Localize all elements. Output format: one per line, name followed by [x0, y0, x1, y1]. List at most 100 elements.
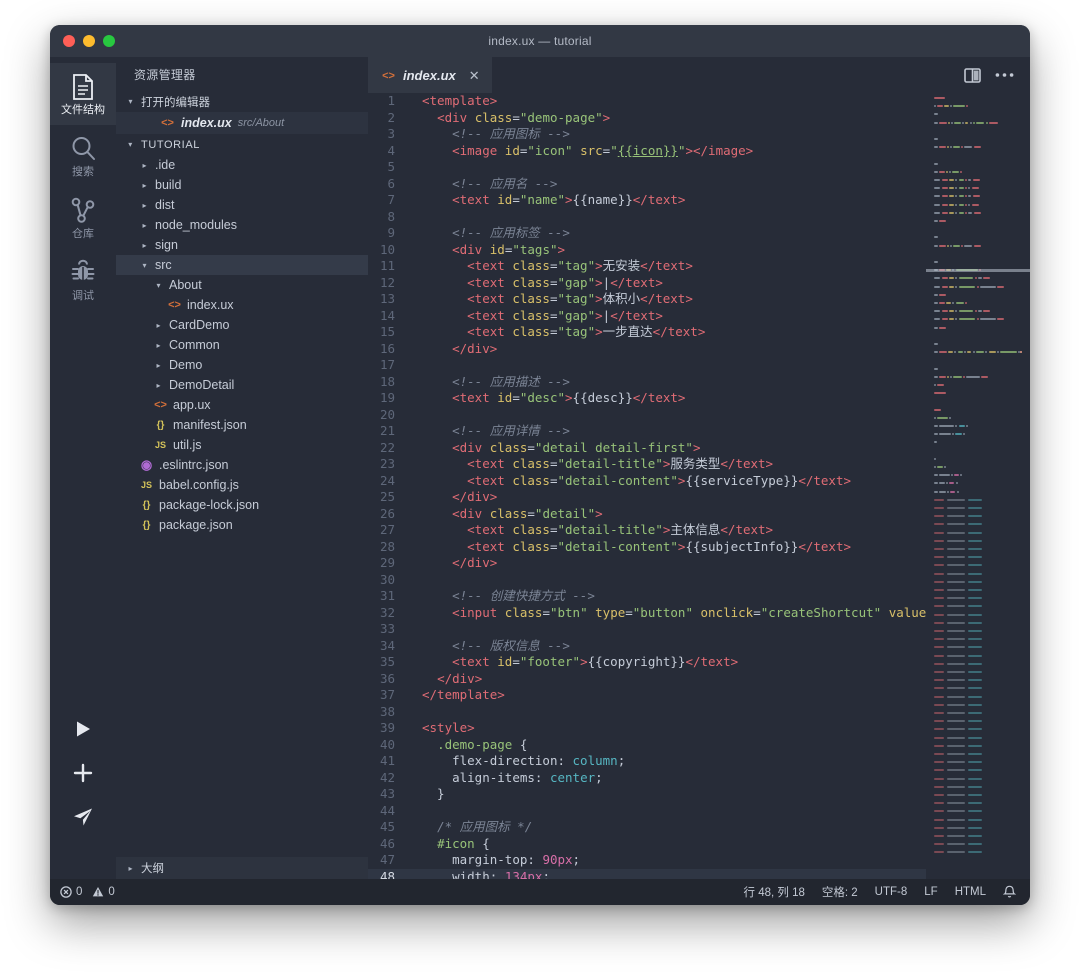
code-line[interactable]: 34 <!-- 版权信息 -->: [368, 638, 926, 655]
sidebar-item-search[interactable]: 搜索: [50, 125, 116, 187]
code-line[interactable]: 29 </div>: [368, 555, 926, 572]
status-language-mode[interactable]: HTML: [955, 886, 986, 898]
status-cursor-position[interactable]: 行 48, 列 18: [744, 884, 805, 900]
code-line[interactable]: 27 <text class="detail-title">主体信息</text…: [368, 522, 926, 539]
code-line[interactable]: 13 <text class="tag">体积小</text>: [368, 291, 926, 308]
code-line[interactable]: 33: [368, 621, 926, 638]
sidebar-item-debug[interactable]: 调试: [50, 249, 116, 311]
tree-folder-DemoDetail[interactable]: ▸ DemoDetail: [116, 375, 368, 395]
sidebar-item-source-control[interactable]: 仓库: [50, 187, 116, 249]
outline-section-header[interactable]: ▸ 大纲: [116, 857, 368, 879]
status-problems[interactable]: 0 0: [60, 886, 115, 898]
tree-folder-node_modules[interactable]: ▸ node_modules: [116, 215, 368, 235]
code-line[interactable]: 40 .demo-page {: [368, 737, 926, 754]
tree-folder-Common[interactable]: ▸ Common: [116, 335, 368, 355]
status-eol[interactable]: LF: [924, 886, 937, 898]
code-line[interactable]: 12 <text class="gap">|</text>: [368, 275, 926, 292]
tree-folder-CardDemo[interactable]: ▸ CardDemo: [116, 315, 368, 335]
code-line[interactable]: 41 flex-direction: column;: [368, 753, 926, 770]
code-line[interactable]: 24 <text class="detail-content">{{servic…: [368, 473, 926, 490]
code-line[interactable]: 21 <!-- 应用详情 -->: [368, 423, 926, 440]
code-line[interactable]: 48 width: 134px;: [368, 868, 926, 879]
tab-close-icon[interactable]: ✕: [469, 68, 480, 84]
code-line[interactable]: 30: [368, 572, 926, 589]
tree-folder-build[interactable]: ▸ build: [116, 175, 368, 195]
minimap-slider[interactable]: [926, 269, 1030, 272]
more-actions-button[interactable]: [995, 72, 1014, 78]
tree-file-util.js[interactable]: JS util.js: [116, 435, 368, 455]
code-line[interactable]: 11 <text class="tag">无安装</text>: [368, 258, 926, 275]
code-line[interactable]: 35 <text id="footer">{{copyright}}</text…: [368, 654, 926, 671]
code-line[interactable]: 23 <text class="detail-title">服务类型</text…: [368, 456, 926, 473]
editor-minimap[interactable]: [926, 93, 1030, 879]
code-line[interactable]: 36 </div>: [368, 671, 926, 688]
code-line[interactable]: 20: [368, 407, 926, 424]
tree-file-package-lock.json[interactable]: {} package-lock.json: [116, 495, 368, 515]
tree-file-babel.config.js[interactable]: JS babel.config.js: [116, 475, 368, 495]
code-line[interactable]: 43 }: [368, 786, 926, 803]
code-line[interactable]: 25 </div>: [368, 489, 926, 506]
code-line[interactable]: 37 </template>: [368, 687, 926, 704]
tree-file-index.ux[interactable]: <> index.ux: [116, 295, 368, 315]
code-line[interactable]: 3 <!-- 应用图标 -->: [368, 126, 926, 143]
code-line[interactable]: 47 margin-top: 90px;: [368, 852, 926, 869]
tree-item-label: .eslintrc.json: [159, 458, 229, 472]
code-editor[interactable]: 1 <template> 2 <div class="demo-page"> 3 <!…: [368, 93, 926, 879]
code-line[interactable]: 28 <text class="detail-content">{{subjec…: [368, 539, 926, 556]
code-line[interactable]: 18 <!-- 应用描述 -->: [368, 374, 926, 391]
code-line[interactable]: 44: [368, 803, 926, 820]
code-line[interactable]: 5: [368, 159, 926, 176]
code-line[interactable]: 6 <!-- 应用名 -->: [368, 176, 926, 193]
tab-index-ux[interactable]: <> index.ux ✕: [368, 57, 492, 93]
notifications-button[interactable]: [1003, 885, 1016, 899]
code-line[interactable]: 42 align-items: center;: [368, 770, 926, 787]
outline-label: 大纲: [141, 863, 164, 875]
code-text: <div id="tags">: [452, 241, 566, 257]
open-editors-section-header[interactable]: ▾ 打开的编辑器: [116, 91, 368, 112]
code-line[interactable]: 2 <div class="demo-page">: [368, 110, 926, 127]
code-line[interactable]: 10 <div id="tags">: [368, 242, 926, 259]
code-line[interactable]: 9 <!-- 应用标签 -->: [368, 225, 926, 242]
code-line[interactable]: 31 <!-- 创建快捷方式 -->: [368, 588, 926, 605]
code-line[interactable]: 14 <text class="gap">|</text>: [368, 308, 926, 325]
split-editor-button[interactable]: [964, 67, 981, 84]
close-window-button[interactable]: [63, 35, 75, 47]
deploy-button[interactable]: [50, 795, 116, 839]
tree-folder-ide[interactable]: ▸ .ide: [116, 155, 368, 175]
code-line[interactable]: 17: [368, 357, 926, 374]
plus-icon: [72, 762, 94, 784]
tree-folder-sign[interactable]: ▸ sign: [116, 235, 368, 255]
status-encoding[interactable]: UTF-8: [875, 886, 908, 898]
code-line[interactable]: 32 <input class="btn" type="button" oncl…: [368, 605, 926, 622]
tree-folder-Demo[interactable]: ▸ Demo: [116, 355, 368, 375]
sidebar-item-file-structure[interactable]: 文件结构: [50, 63, 116, 125]
code-line[interactable]: 38: [368, 704, 926, 721]
tree-folder-dist[interactable]: ▸ dist: [116, 195, 368, 215]
code-line[interactable]: 26 <div class="detail">: [368, 506, 926, 523]
code-line[interactable]: 1 <template>: [368, 93, 926, 110]
tree-file-app.ux[interactable]: <> app.ux: [116, 395, 368, 415]
tree-folder-src[interactable]: ▾ src: [116, 255, 368, 275]
tree-folder-About[interactable]: ▾ About: [116, 275, 368, 295]
open-editor-item-index-ux[interactable]: <> index.ux src/About: [116, 112, 368, 134]
tree-file-.eslintrc.json[interactable]: ◉ .eslintrc.json: [116, 455, 368, 475]
tree-file-manifest.json[interactable]: {} manifest.json: [116, 415, 368, 435]
maximize-window-button[interactable]: [103, 35, 115, 47]
code-line[interactable]: 45 /* 应用图标 */: [368, 819, 926, 836]
code-line[interactable]: 19 <text id="desc">{{desc}}</text>: [368, 390, 926, 407]
code-line[interactable]: 22 <div class="detail detail-first">: [368, 440, 926, 457]
code-line[interactable]: 39 <style>: [368, 720, 926, 737]
run-button[interactable]: [50, 707, 116, 751]
code-line[interactable]: 8: [368, 209, 926, 226]
minimize-window-button[interactable]: [83, 35, 95, 47]
add-button[interactable]: [50, 751, 116, 795]
code-line[interactable]: 15 <text class="tag">一步直达</text>: [368, 324, 926, 341]
code-line[interactable]: 16 </div>: [368, 341, 926, 358]
code-line[interactable]: 7 <text id="name">{{name}}</text>: [368, 192, 926, 209]
code-line[interactable]: 4 <image id="icon" src="{{icon}}"></imag…: [368, 143, 926, 160]
project-section-header[interactable]: ▾ TUTORIAL: [116, 134, 368, 155]
status-indentation[interactable]: 空格: 2: [822, 884, 858, 900]
code-text: <style>: [422, 720, 475, 735]
tree-file-package.json[interactable]: {} package.json: [116, 515, 368, 535]
code-line[interactable]: 46 #icon {: [368, 836, 926, 853]
